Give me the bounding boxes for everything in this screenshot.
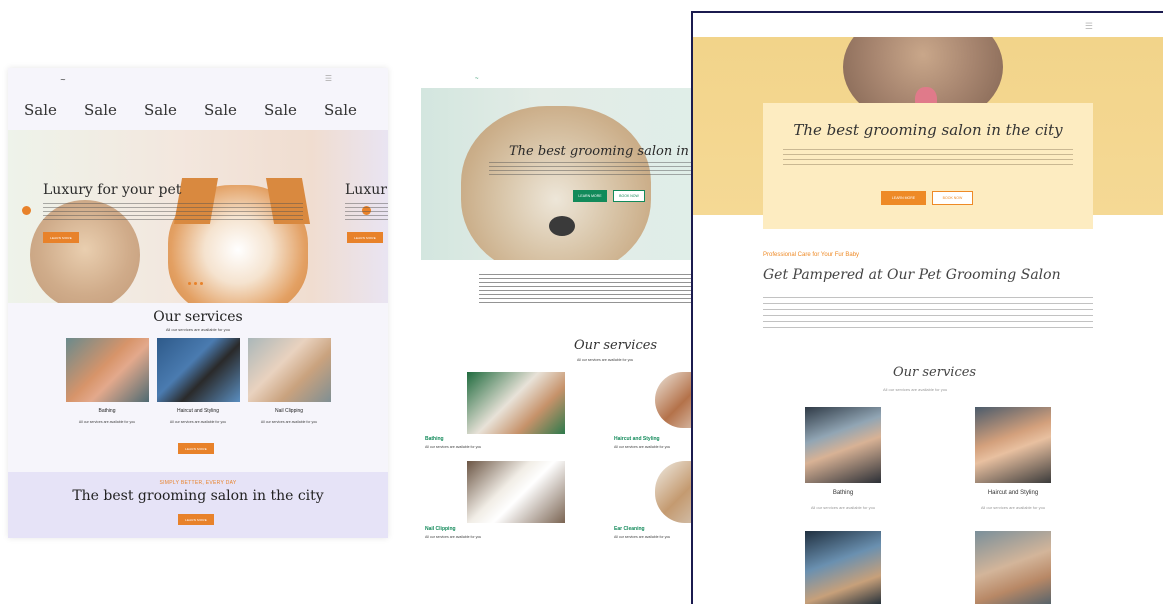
hero-title: Luxury for your pet: [43, 182, 182, 198]
service-desc: All our services are available for you: [425, 445, 482, 449]
hamburger-icon[interactable]: ☰: [1085, 21, 1093, 32]
services-subtitle: All our services are available for you: [165, 327, 231, 332]
learn-more-button[interactable]: LEARN MORE: [881, 191, 926, 205]
services-title: Our services: [893, 365, 977, 380]
service-desc: All our services are available for you: [980, 505, 1046, 510]
sale-text: Sale: [24, 101, 57, 119]
logo[interactable]: ~: [475, 76, 479, 82]
hamburger-icon[interactable]: ☰: [325, 74, 332, 83]
mockup-green: ~ The best grooming salon in the c LEARN…: [419, 70, 709, 550]
service-desc: All our services are available for you: [810, 505, 876, 510]
sale-marquee: Sale Sale Sale Sale Sale Sale: [8, 90, 388, 130]
service-desc: All our services are available for you: [260, 420, 318, 424]
service-image: [805, 407, 881, 483]
promo-title: The best grooming salon in the city: [72, 488, 324, 504]
services-subtitle: All our services are available for you: [883, 387, 948, 392]
sale-text: Sale: [144, 101, 177, 119]
service-name: Nail Clipping: [425, 526, 456, 532]
service-image: [156, 338, 240, 402]
service-image: [805, 531, 881, 604]
service-cards: Bathing All our services are available f…: [8, 338, 388, 424]
service-name: Bathing: [425, 436, 444, 442]
hero-card: The best grooming salon in the city LEAR…: [763, 103, 1093, 229]
sale-text: Sale: [84, 101, 117, 119]
service-name: Haircut and Styling: [614, 436, 660, 442]
service-name: Haircut and Styling: [177, 408, 219, 414]
hero-title-next: Luxur: [345, 182, 387, 198]
hero-slider: Luxury for your pet LEARN MORE Luxur LEA…: [8, 130, 388, 303]
sale-text: Sale: [324, 101, 357, 119]
dog-image: [461, 106, 651, 260]
hero-text-next: [345, 203, 388, 221]
learn-more-button[interactable]: LEARN MORE: [43, 232, 79, 243]
service-image: [467, 372, 565, 434]
service-desc: All our services are available for you: [614, 445, 671, 449]
service-name: Bathing: [98, 408, 116, 414]
services-learn-more-button[interactable]: LEARN MORE: [178, 443, 214, 454]
section-paragraph: [763, 297, 1093, 333]
service-image: [975, 531, 1051, 604]
hero-banner: The best grooming salon in the c LEARN M…: [421, 88, 709, 260]
service-image: [65, 338, 149, 402]
design-mockups-canvas: ~ ☰ Sale Sale Sale Sale Sale Sale Luxury…: [0, 0, 1163, 604]
service-image: [247, 338, 331, 402]
service-card[interactable]: Haircut and Styling All our services are…: [156, 338, 240, 424]
promo-tag: SIMPLY BETTER, EVERY DAY: [159, 480, 237, 486]
services-title: Our services: [153, 309, 243, 325]
book-now-button[interactable]: BOOK NOW: [932, 191, 973, 205]
mockup-lavender: ~ ☰ Sale Sale Sale Sale Sale Sale Luxury…: [8, 68, 388, 538]
service-name: Ear Cleaning: [614, 526, 645, 532]
book-now-button[interactable]: BOOK NOW: [613, 190, 645, 202]
slider-dots[interactable]: [188, 282, 203, 285]
dog-nose: [549, 216, 575, 236]
sale-text: Sale: [204, 101, 237, 119]
section-title: Get Pampered at Our Pet Grooming Salon: [763, 267, 1061, 283]
intro-text: [479, 274, 709, 304]
hero-title: The best grooming salon in the city: [793, 121, 1063, 139]
service-image: [467, 461, 565, 523]
promo-learn-more-button[interactable]: LEARN MORE: [178, 514, 214, 525]
hero-text: [43, 203, 303, 221]
service-image: [975, 407, 1051, 483]
mockup-yellow: ☰ The best grooming salon in the city LE…: [691, 11, 1163, 604]
service-desc: All our services are available for you: [425, 535, 482, 539]
service-card[interactable]: Nail Clipping All our services are avail…: [247, 338, 331, 424]
section-eyebrow: Professional Care for Your Fur Baby: [763, 252, 860, 258]
service-desc: All our services are available for you: [614, 535, 671, 539]
services-title: Our services: [574, 338, 658, 353]
hero-text: [783, 149, 1073, 169]
header: ~ ☰: [8, 68, 388, 90]
promo-banner: SIMPLY BETTER, EVERY DAY The best groomi…: [8, 472, 388, 538]
services-section: Our services All our services are availa…: [8, 303, 388, 471]
logo[interactable]: ~: [60, 76, 66, 84]
hero-text: [489, 162, 709, 176]
service-name: Bathing: [832, 490, 854, 496]
sale-text: Sale: [264, 101, 297, 119]
service-name: Haircut and Styling: [987, 490, 1039, 496]
hero-title: The best grooming salon in the c: [509, 144, 709, 159]
service-card[interactable]: Bathing All our services are available f…: [65, 338, 149, 424]
service-name: Nail Clipping: [274, 408, 304, 414]
service-desc: All our services are available for you: [169, 420, 227, 424]
service-desc: All our services are available for you: [78, 420, 136, 424]
learn-more-button[interactable]: LEARN MORE: [573, 190, 607, 202]
services-subtitle: All our services are available for you: [577, 358, 634, 362]
arrow-left-icon[interactable]: [22, 206, 31, 215]
learn-more-button-next[interactable]: LEARN MORE: [347, 232, 383, 243]
